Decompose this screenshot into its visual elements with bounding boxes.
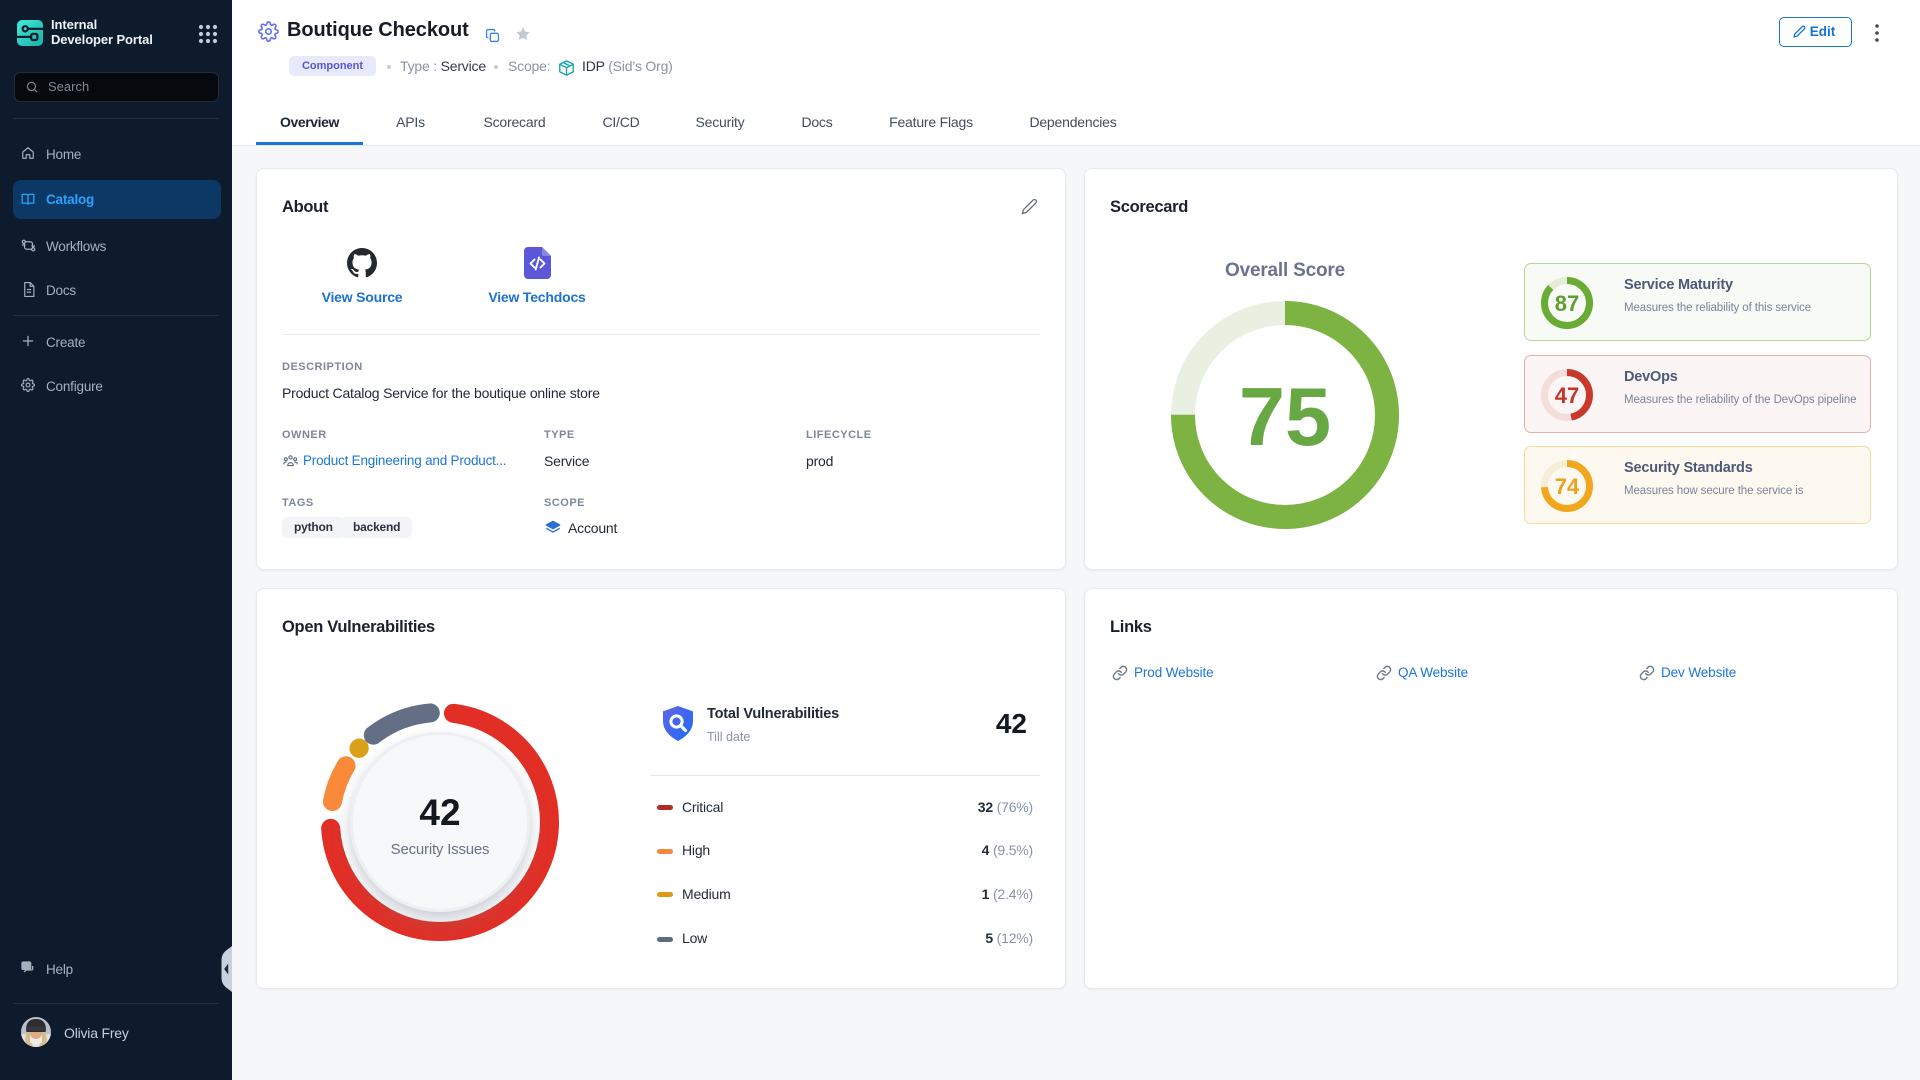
svg-text:?: ? bbox=[24, 964, 28, 970]
svg-text:74: 74 bbox=[1555, 474, 1580, 499]
svg-text:87: 87 bbox=[1555, 291, 1579, 316]
svg-text:75: 75 bbox=[1239, 370, 1331, 463]
svg-text:47: 47 bbox=[1555, 383, 1579, 408]
